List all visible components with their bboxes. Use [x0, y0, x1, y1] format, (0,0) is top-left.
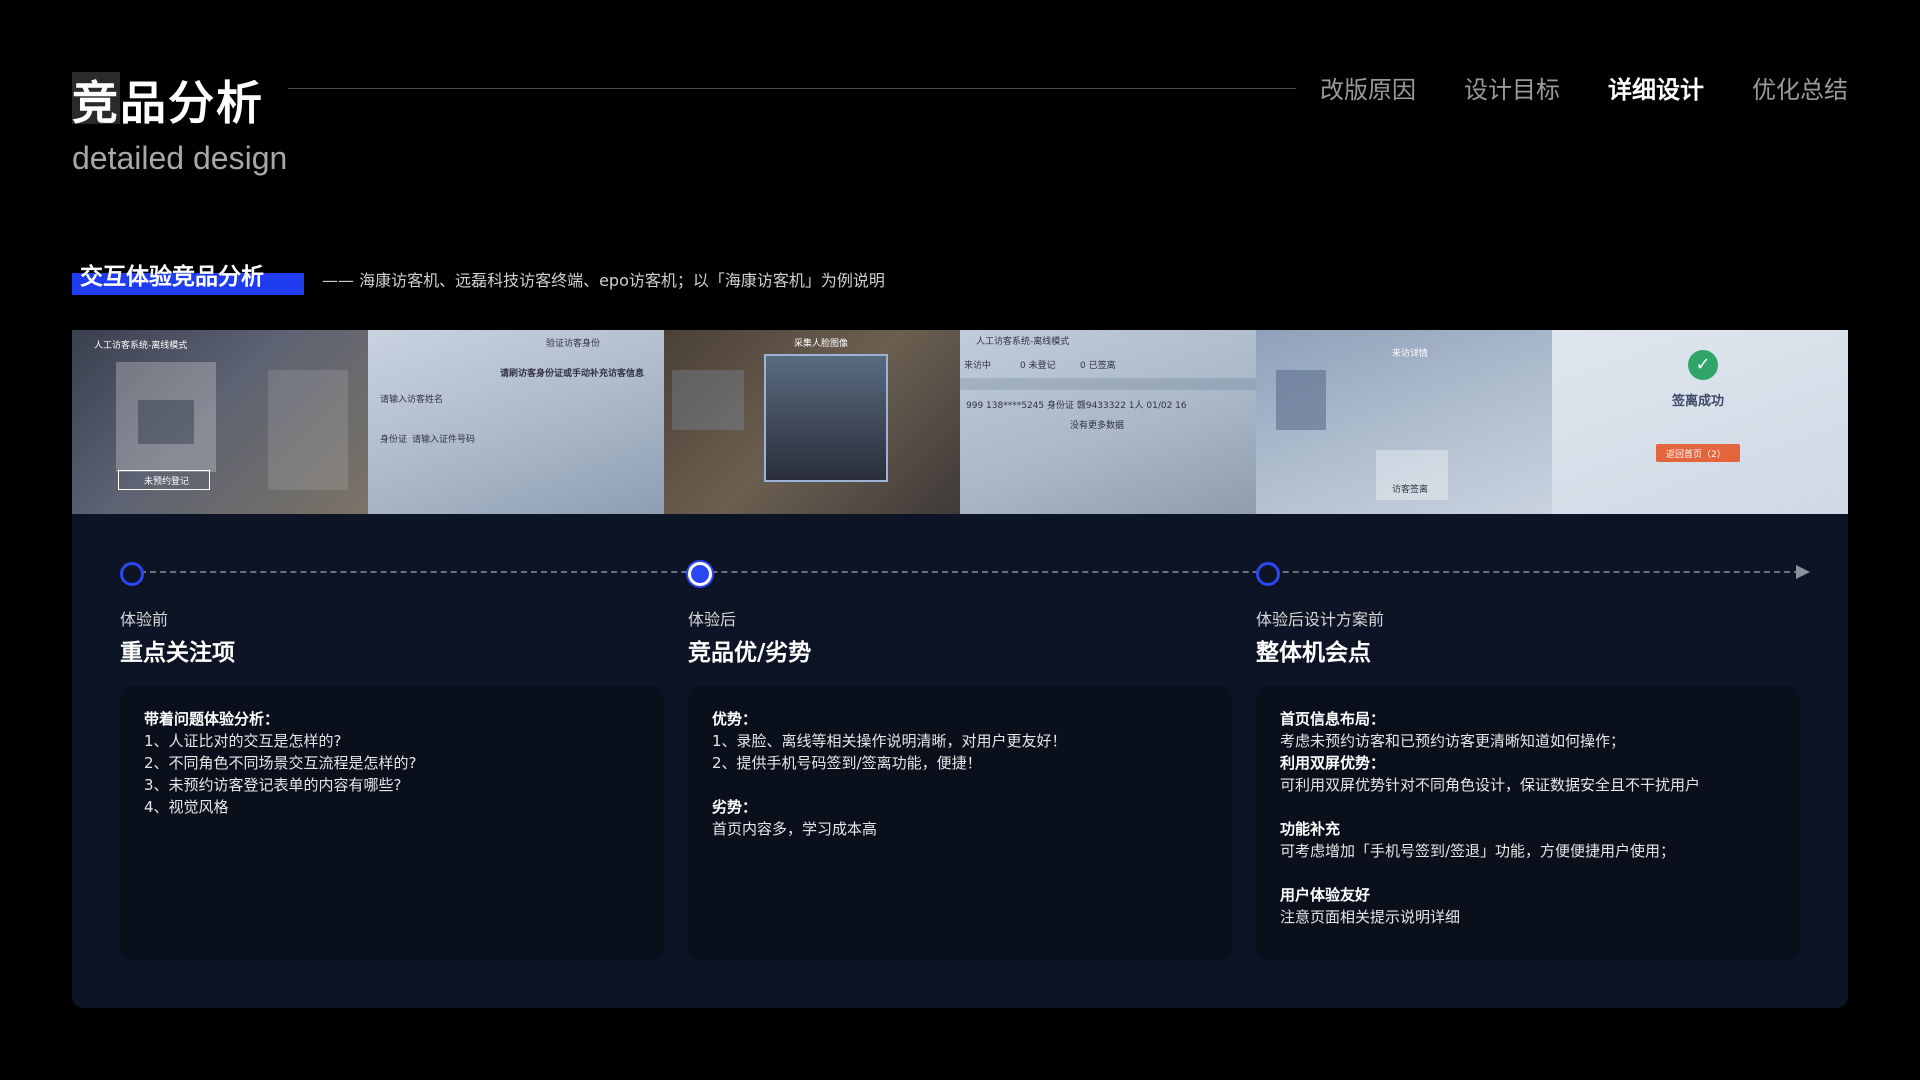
shot1-header: 人工访客系统-离线模式 — [94, 341, 188, 351]
column-before: 体验前 重点关注项 — [120, 608, 664, 670]
section-label: 交互体验竞品分析 — [72, 257, 304, 297]
competitor-screenshot-strip: 人工访客系统-离线模式 未预约登记 验证访客身份 请刷访客身份证或手动补充访客信… — [72, 330, 1848, 514]
header-divider — [288, 88, 1296, 89]
column-title: 整体机会点 — [1256, 640, 1371, 666]
column-title: 竞品优/劣势 — [688, 640, 812, 666]
shot2-name-placeholder: 请输入访客姓名 — [380, 395, 444, 405]
nav-item-redesign-reason[interactable]: 改版原因 — [1320, 72, 1416, 108]
card-line: 1、人证比对的交互是怎样的? — [144, 732, 342, 750]
card-line: 注意页面相关提示说明详细 — [1280, 908, 1461, 926]
face-capture-frame — [764, 354, 888, 482]
shot4-table-header — [960, 378, 1256, 390]
card-line: 2、不同角色不同场景交互流程是怎样的? — [144, 754, 417, 772]
shot2-id-label: 身份证 — [380, 435, 408, 445]
timeline-dot-opportunity — [1256, 562, 1280, 586]
page-title-block: 竞品分析 — [72, 72, 264, 134]
analysis-panel: 体验前 重点关注项 带着问题体验分析： 1、人证比对的交互是怎样的? 2、不同角… — [72, 514, 1848, 1008]
shot4-tab-signed-out: 0 已签离 — [1080, 361, 1116, 371]
card-line: 1、录脸、离线等相关操作说明清晰，对用户更友好！ — [712, 732, 1067, 750]
shot4-header: 人工访客系统-离线模式 — [976, 337, 1070, 347]
card-opportunities: 首页信息布局： 考虑未预约访客和已预约访客更清晰知道如何操作； 利用双屏优势： … — [1256, 686, 1800, 960]
screenshot-verify-identity: 验证访客身份 请刷访客身份证或手动补充访客信息 请输入访客姓名 身份证 请输入证… — [368, 330, 664, 514]
card-line: 带着问题体验分析： — [144, 710, 280, 728]
section-title: 交互体验竞品分析 — [80, 264, 264, 290]
shot2-header: 验证访客身份 — [546, 339, 601, 349]
card-line: 可利用双屏优势针对不同角色设计，保证数据安全且不干扰用户 — [1280, 776, 1701, 794]
timeline-arrow-icon — [1796, 565, 1810, 579]
shot6-title: 签离成功 — [1672, 394, 1725, 409]
card-line: 利用双屏优势： — [1280, 754, 1386, 772]
card-line: 劣势： — [712, 798, 758, 816]
card-line: 用户体验友好 — [1280, 886, 1371, 904]
card-pros-cons: 优势： 1、录脸、离线等相关操作说明清晰，对用户更友好！ 2、提供手机号码签到/… — [688, 686, 1232, 960]
column-kicker: 体验后 — [688, 610, 737, 629]
column-opportunity: 体验后设计方案前 整体机会点 — [1256, 608, 1800, 670]
card-line: 首页内容多，学习成本高 — [712, 820, 878, 838]
screenshot-visitor-list: 人工访客系统-离线模式 来访中 0 未登记 0 已签离 999 138****5… — [960, 330, 1256, 514]
screenshot-visit-details: 来访详情 访客签离 — [1256, 330, 1552, 514]
shot2-title: 请刷访客身份证或手动补充访客信息 — [500, 369, 645, 379]
card-line: 优势： — [712, 710, 758, 728]
shot3-header: 采集人脸图像 — [794, 339, 849, 349]
shot6-return-label: 返回首页（2） — [1666, 450, 1726, 460]
page-subtitle: detailed design — [72, 140, 288, 176]
page-title: 竞品分析 — [72, 76, 264, 130]
shot4-empty: 没有更多数据 — [1070, 421, 1125, 431]
card-line: 首页信息布局： — [1280, 710, 1386, 728]
card-focus-items: 带着问题体验分析： 1、人证比对的交互是怎样的? 2、不同角色不同场景交互流程是… — [120, 686, 664, 960]
column-kicker: 体验后设计方案前 — [1256, 610, 1385, 629]
timeline — [120, 562, 1810, 586]
shot4-tab-visiting: 来访中 — [964, 361, 992, 371]
card-line: 考虑未预约访客和已预约访客更清晰知道如何操作； — [1280, 732, 1626, 750]
shot5-header: 来访详情 — [1392, 349, 1429, 359]
section-description: —— 海康访客机、远磊科技访客终端、epo访客机；以「海康访客机」为例说明 — [322, 271, 885, 290]
card-line: 2、提供手机号码签到/签离功能，便捷！ — [712, 754, 982, 772]
screenshot-face-capture: 采集人脸图像 — [664, 330, 960, 514]
shot4-tab-unregistered: 0 未登记 — [1020, 361, 1056, 371]
nav-item-detailed-design[interactable]: 详细设计 — [1608, 72, 1704, 108]
shot1-button-label: 未预约登记 — [144, 477, 190, 487]
card-line: 功能补充 — [1280, 820, 1341, 838]
timeline-dashed-line — [130, 571, 1800, 573]
screenshot-home-offline: 人工访客系统-离线模式 未预约登记 — [72, 330, 368, 514]
card-line: 可考虑增加「手机号签到/签退」功能，方便便捷用户使用； — [1280, 842, 1676, 860]
column-kicker: 体验前 — [120, 610, 169, 629]
timeline-dot-before — [120, 562, 144, 586]
shot5-avatar — [1276, 370, 1326, 430]
shot4-row: 999 138****5245 身份证 赣9433322 1人 01/02 16 — [966, 401, 1187, 411]
screenshot-signout-success: ✓ 签离成功 返回首页（2） — [1552, 330, 1848, 514]
column-after: 体验后 竞品优/劣势 — [688, 608, 1232, 670]
top-nav: 改版原因 设计目标 详细设计 优化总结 — [1320, 72, 1848, 108]
timeline-dot-after — [688, 562, 712, 586]
column-title: 重点关注项 — [120, 640, 235, 666]
card-line: 4、视觉风格 — [144, 798, 229, 816]
nav-item-design-goal[interactable]: 设计目标 — [1464, 72, 1560, 108]
shot1-id-card-image — [138, 400, 194, 444]
shot2-id-placeholder: 请输入证件号码 — [412, 435, 476, 445]
success-check-icon: ✓ — [1688, 350, 1718, 380]
shot1-keypad — [268, 370, 348, 490]
shot5-signout-label: 访客签离 — [1392, 485, 1429, 495]
shot3-instructions — [672, 370, 744, 430]
nav-item-summary[interactable]: 优化总结 — [1752, 72, 1848, 108]
card-line: 3、未预约访客登记表单的内容有哪些? — [144, 776, 402, 794]
